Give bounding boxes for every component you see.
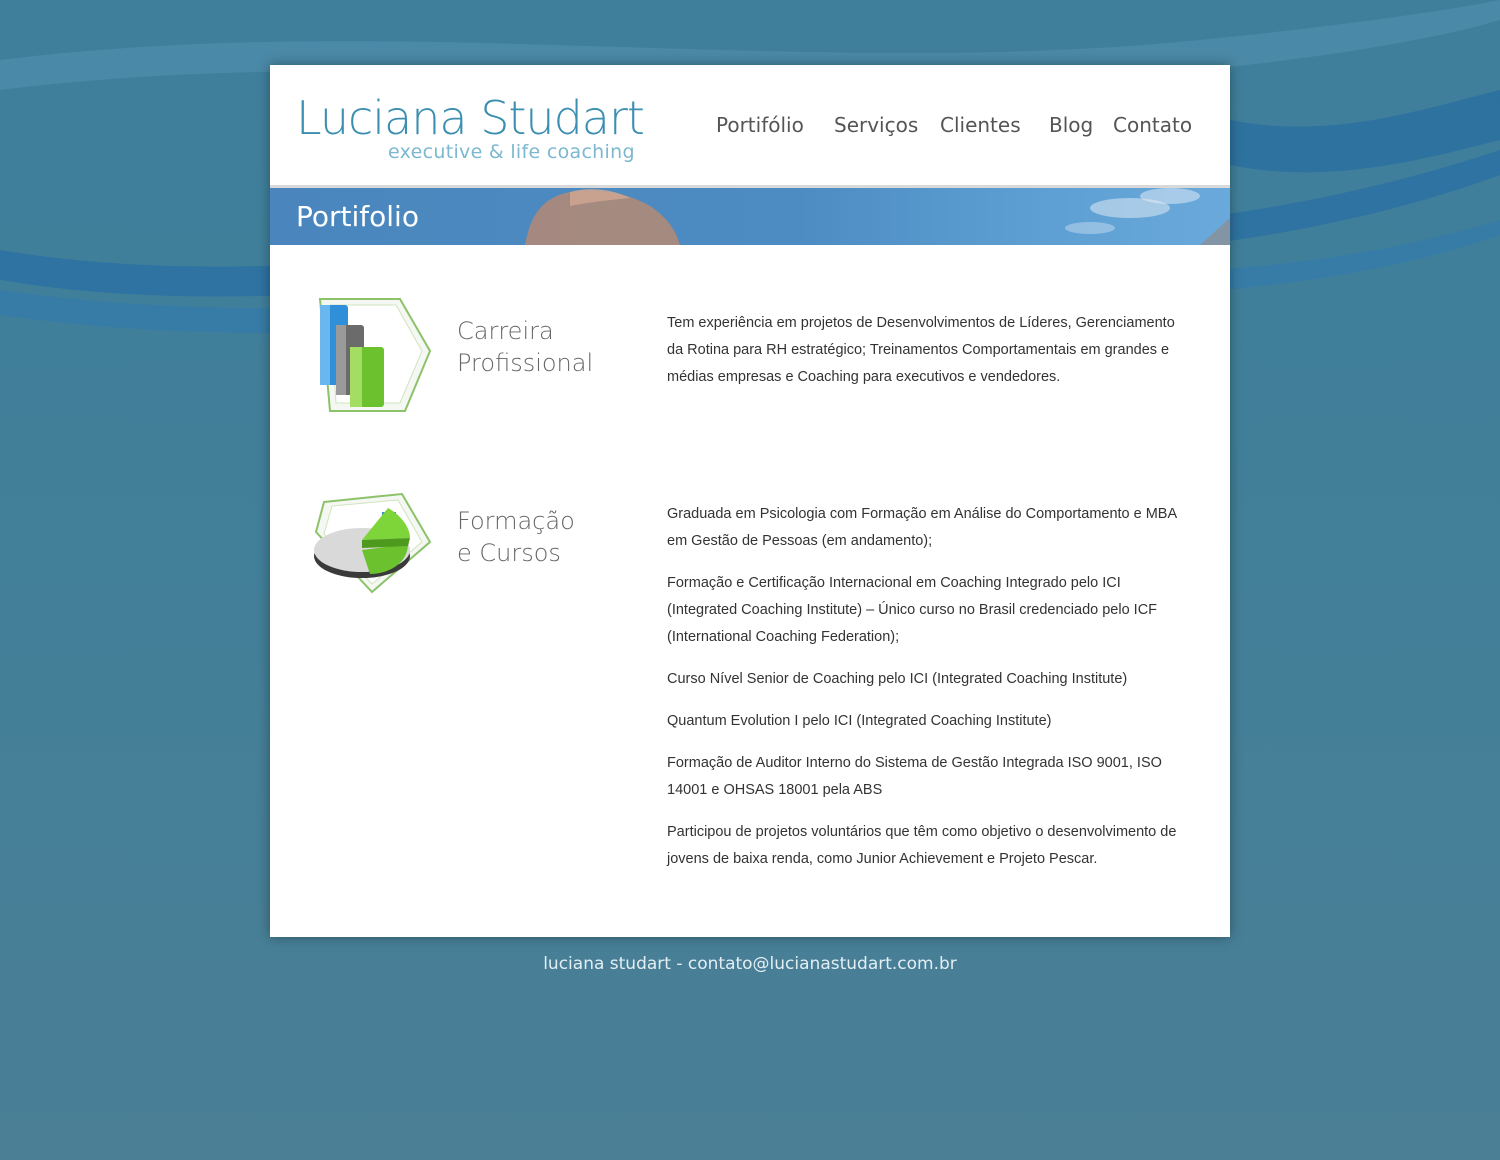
section-paragraph: Quantum Evolution I pelo ICI (Integrated… xyxy=(667,713,1052,729)
section-paragraph: Formação e Certificação Internacional em… xyxy=(667,575,1158,645)
section-text-formacao: Graduada em Psicologia com Formação em A… xyxy=(667,501,1192,888)
section-paragraph: Curso Nível Senior de Coaching pelo ICI … xyxy=(667,671,1128,687)
section-title-carreira: Carreira Profissional xyxy=(457,315,593,379)
nav-item-blog[interactable]: Blog xyxy=(1049,113,1093,137)
pie-chart-icon xyxy=(314,492,432,594)
nav-item-contato[interactable]: Contato xyxy=(1113,113,1192,137)
section-paragraph: Formação de Auditor Interno do Sistema d… xyxy=(667,755,1162,798)
section-paragraph: Participou de projetos voluntários que t… xyxy=(667,824,1177,867)
page-banner: Portifolio xyxy=(270,188,1230,245)
section-title-line: Carreira xyxy=(457,317,554,345)
footer-contact[interactable]: luciana studart - contato@lucianastudart… xyxy=(0,954,1500,974)
section-title-line: Profissional xyxy=(457,349,594,377)
section-title-formacao: Formação e Cursos xyxy=(457,505,575,569)
page-title: Portifolio xyxy=(296,200,419,233)
logo-tagline: executive & life coaching xyxy=(388,141,635,163)
section-title-line: Formação xyxy=(457,507,575,535)
content-card: Luciana Studart executive & life coachin… xyxy=(270,65,1230,937)
section-text-carreira: Tem experiência em projetos de Desenvolv… xyxy=(667,310,1192,406)
page-background: { "header": { "logo_name": "Luciana Stud… xyxy=(0,0,1500,1160)
section-paragraph: Tem experiência em projetos de Desenvolv… xyxy=(667,315,1175,385)
main-nav: Portifólio Serviços Clientes Blog Contat… xyxy=(270,113,1230,143)
nav-item-clientes[interactable]: Clientes xyxy=(940,113,1021,137)
section-paragraph: Graduada em Psicologia com Formação em A… xyxy=(667,506,1177,549)
section-title-line: e Cursos xyxy=(457,539,561,567)
nav-item-portifolio[interactable]: Portifólio xyxy=(716,113,804,137)
nav-item-servicos[interactable]: Serviços xyxy=(834,113,918,137)
bar-chart-icon xyxy=(318,298,432,412)
site-header: Luciana Studart executive & life coachin… xyxy=(270,65,1230,187)
